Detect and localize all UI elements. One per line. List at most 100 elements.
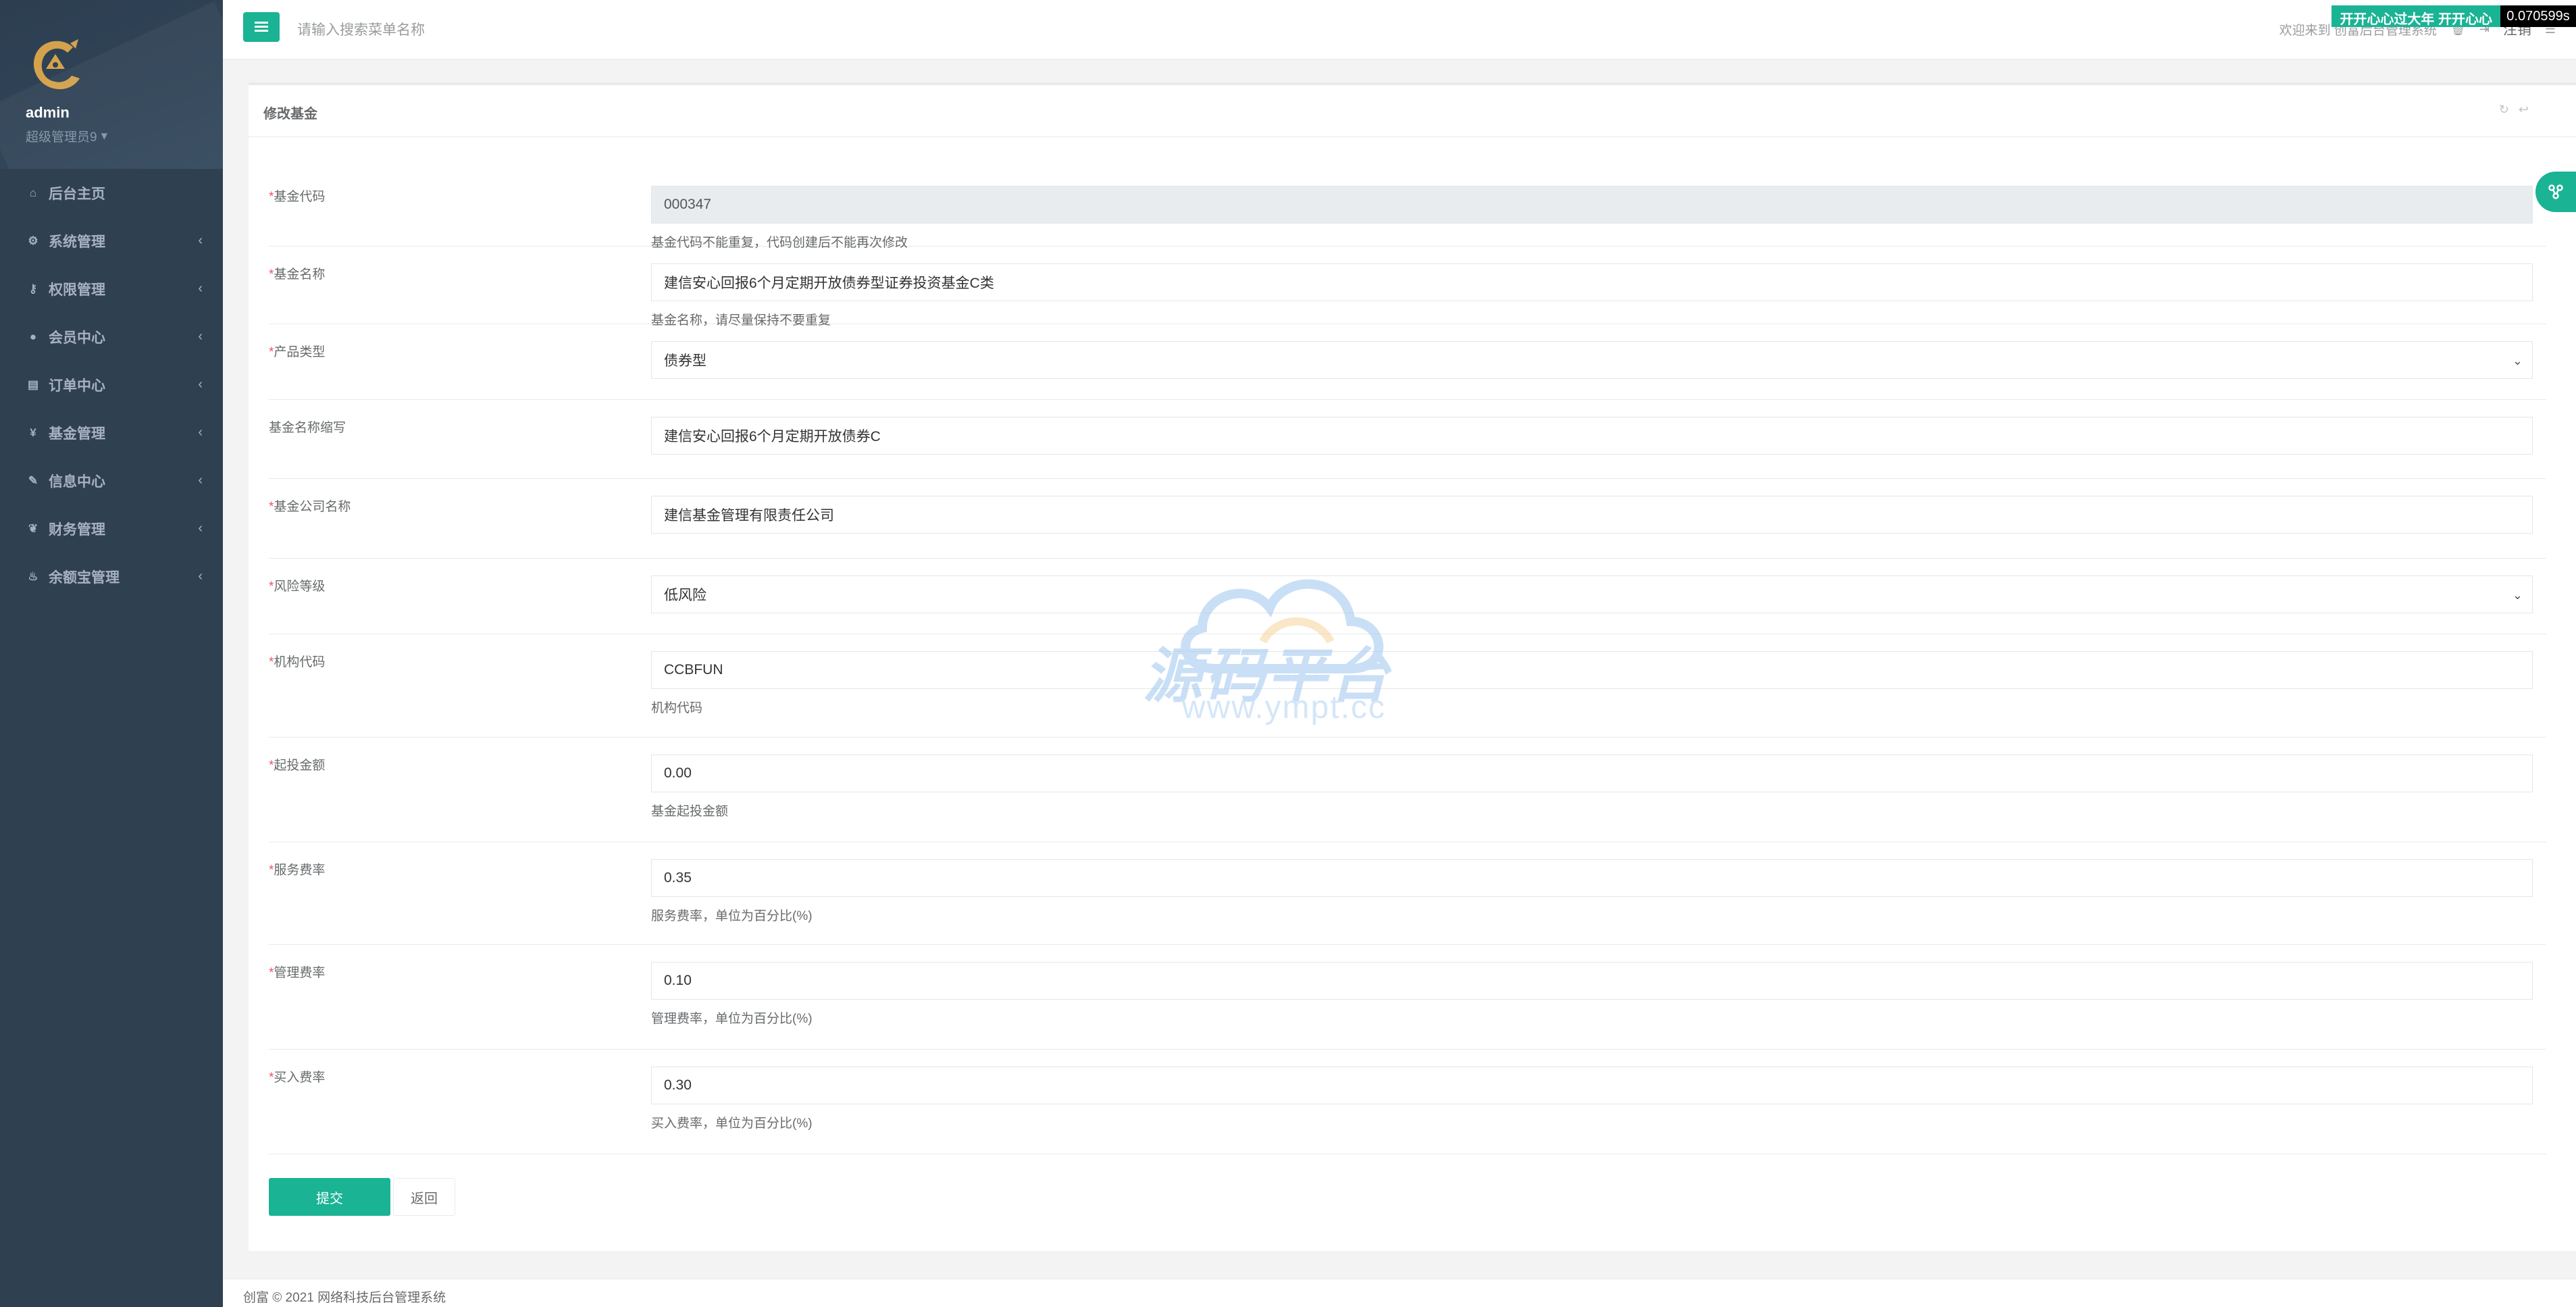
- form-row: *服务费率 0.35 服务费率，单位为百分比(%): [269, 842, 2546, 945]
- form-row: *起投金额 0.00 基金起投金额: [269, 738, 2546, 842]
- chevron-left-icon: ‹: [198, 569, 203, 584]
- sidebar-item-8[interactable]: ♨ 余额宝管理 ‹: [0, 553, 223, 600]
- chevron-left-icon: ‹: [198, 281, 203, 296]
- profile-area: admin 超级管理员9 ▾: [0, 0, 223, 169]
- field-select[interactable]: 低风险 ⌄: [651, 575, 2533, 613]
- field-label: 基金名称缩写: [269, 417, 346, 436]
- field-input: 000347: [651, 186, 2533, 224]
- form-actions: 提交 返回: [269, 1178, 455, 1216]
- panel-tools: ↻ ↩: [2499, 103, 2529, 117]
- admin-role-label: 超级管理员9: [26, 130, 97, 145]
- sidebar-item-5[interactable]: ¥ 基金管理 ‹: [0, 409, 223, 457]
- form-row: *基金公司名称建信基金管理有限责任公司: [269, 479, 2546, 559]
- back-icon[interactable]: ↩: [2519, 103, 2529, 117]
- chevron-left-icon: ‹: [198, 521, 203, 536]
- field-label: *产品类型: [269, 342, 325, 360]
- watermark-url: www.ympt.cc: [1182, 690, 1387, 725]
- field-label-text: 产品类型: [274, 345, 326, 359]
- field-label-text: 机构代码: [274, 655, 326, 669]
- field-value: 0.10: [664, 973, 692, 988]
- sidebar-item-7[interactable]: ❦ 财务管理 ‹: [0, 505, 223, 553]
- field-label: *起投金额: [269, 755, 325, 773]
- field-value: 建信安心回报6个月定期开放债券C: [664, 429, 881, 444]
- form-row: *产品类型 债券型 ⌄: [269, 324, 2546, 400]
- footer-copyright: 创富 © 2021 网络科技后台管理系统: [243, 1291, 446, 1305]
- menu-search-input[interactable]: 请输入搜索菜单名称: [297, 19, 425, 39]
- sidebar-item-0[interactable]: ⌂ 后台主页: [0, 169, 223, 217]
- field-help-text: 服务费率，单位为百分比(%): [651, 909, 813, 923]
- field-label-text: 基金名称缩写: [269, 421, 346, 435]
- field-value: 000347: [664, 197, 712, 212]
- form-row: 基金名称缩写建信安心回报6个月定期开放债券C: [269, 400, 2546, 479]
- caret-down-icon: ▾: [101, 129, 108, 143]
- field-label: *管理费率: [269, 963, 325, 981]
- promo-badge: 开开心心过大年 开开心心: [2332, 5, 2500, 27]
- form-row: *基金代码 000347 基金代码不能重复，代码创建后不能再次修改: [269, 169, 2546, 250]
- field-input[interactable]: 建信安心回报6个月定期开放债券型证券投资基金C类: [651, 263, 2533, 301]
- field-input[interactable]: CCBFUN: [651, 651, 2533, 689]
- sidebar-item-label: 信息中心: [49, 473, 105, 490]
- wrench-icon: ✎: [28, 473, 38, 487]
- field-value: 低风险: [664, 588, 706, 603]
- field-help-text: 基金起投金额: [651, 804, 729, 819]
- field-value: 建信基金管理有限责任公司: [664, 508, 834, 523]
- field-label: *基金代码: [269, 186, 325, 205]
- field-input[interactable]: 建信安心回报6个月定期开放债券C: [651, 417, 2533, 455]
- watermark: 源码平台 www.ympt.cc: [1135, 561, 1439, 736]
- sidebar: admin 超级管理员9 ▾ ⌂ 后台主页 ⚙ 系统管理 ‹ ⚷ 权限管理 ‹ ● 会员中心 ‹ ▤ 订…: [0, 0, 223, 1307]
- field-help-text: 机构代码: [651, 701, 703, 715]
- refresh-icon[interactable]: ↻: [2499, 103, 2509, 117]
- field-label: *机构代码: [269, 652, 325, 670]
- field-input[interactable]: 0.10: [651, 962, 2533, 1000]
- field-select[interactable]: 债券型 ⌄: [651, 341, 2533, 379]
- field-label-text: 基金名称: [274, 267, 326, 282]
- chevron-left-icon: ‹: [198, 233, 203, 248]
- form-row: *管理费率 0.10 管理费率，单位为百分比(%): [269, 945, 2546, 1050]
- field-label: *基金公司名称: [269, 496, 351, 515]
- admin-name[interactable]: admin: [26, 104, 223, 122]
- leaf-icon: ❦: [28, 521, 38, 535]
- field-value: 债券型: [664, 353, 706, 369]
- key-icon: ⚷: [28, 282, 38, 295]
- chevron-down-icon: ⌄: [2512, 354, 2523, 367]
- panel-divider: [249, 136, 2576, 137]
- field-value: CCBFUN: [664, 662, 723, 677]
- user-icon: ●: [29, 330, 37, 343]
- back-button[interactable]: 返回: [393, 1178, 455, 1216]
- field-help-text: 买入费率，单位为百分比(%): [651, 1117, 813, 1131]
- field-value: 0.35: [664, 870, 692, 886]
- field-label-text: 基金公司名称: [274, 500, 351, 514]
- render-timer: 0.070599s: [2500, 5, 2576, 27]
- sidebar-item-label: 会员中心: [49, 330, 105, 346]
- field-value: 0.30: [664, 1077, 692, 1093]
- bars-icon: [255, 22, 268, 32]
- field-label: *风险等级: [269, 576, 325, 594]
- sidebar-item-label: 系统管理: [49, 234, 105, 250]
- admin-role-dropdown[interactable]: 超级管理员9 ▾: [26, 127, 223, 145]
- field-input[interactable]: 0.30: [651, 1067, 2533, 1104]
- field-value: 建信安心回报6个月定期开放债券型证券投资基金C类: [664, 276, 994, 291]
- menu-toggle-button[interactable]: [243, 12, 280, 42]
- sidebar-item-3[interactable]: ● 会员中心 ‹: [0, 313, 223, 361]
- field-label-text: 起投金额: [274, 759, 326, 773]
- sidebar-item-label: 基金管理: [49, 426, 105, 442]
- cogs-icon: ⚙: [28, 234, 38, 247]
- sidebar-item-6[interactable]: ✎ 信息中心 ‹: [0, 457, 223, 505]
- yen-icon: ¥: [30, 426, 36, 439]
- submit-button[interactable]: 提交: [269, 1178, 390, 1216]
- sidebar-item-2[interactable]: ⚷ 权限管理 ‹: [0, 265, 223, 313]
- field-help-text: 管理费率，单位为百分比(%): [651, 1012, 813, 1026]
- sidebar-nav: ⌂ 后台主页 ⚙ 系统管理 ‹ ⚷ 权限管理 ‹ ● 会员中心 ‹ ▤ 订单中心 ‹ ¥ 基金管理 ‹ ✎ 信息中心…: [0, 169, 223, 600]
- form-row: *基金名称 建信安心回报6个月定期开放债券型证券投资基金C类 基金名称，请尽量保持不…: [269, 247, 2546, 328]
- sidebar-item-1[interactable]: ⚙ 系统管理 ‹: [0, 217, 223, 265]
- field-label-text: 基金代码: [274, 190, 326, 204]
- field-input[interactable]: 0.35: [651, 859, 2533, 897]
- field-input[interactable]: 建信基金管理有限责任公司: [651, 496, 2533, 534]
- sidebar-item-label: 订单中心: [49, 378, 105, 394]
- footer: 创富 © 2021 网络科技后台管理系统: [223, 1279, 2576, 1307]
- sidebar-item-4[interactable]: ▤ 订单中心 ‹: [0, 361, 223, 409]
- field-input[interactable]: 0.00: [651, 754, 2533, 792]
- sidebar-item-label: 财务管理: [49, 521, 105, 538]
- field-label: *服务费率: [269, 860, 325, 878]
- chevron-left-icon: ‹: [198, 329, 203, 344]
